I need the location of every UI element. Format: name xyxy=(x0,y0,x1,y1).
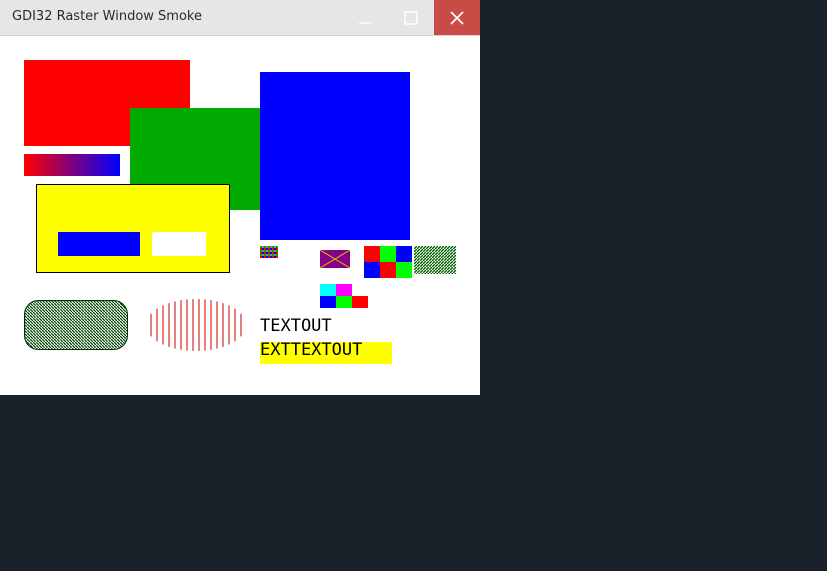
checker-pattern xyxy=(260,246,278,258)
maximize-icon xyxy=(404,10,418,25)
blue-inner-rectangle xyxy=(58,232,140,256)
app-window: GDI32 Raster Window Smoke TEXTOUT EXTTEX… xyxy=(0,0,480,395)
minimize-icon xyxy=(359,21,371,24)
color-grid xyxy=(364,246,412,278)
desktop-background xyxy=(480,0,827,571)
yellow-rectangle xyxy=(36,184,230,273)
maximize-button[interactable] xyxy=(388,0,434,35)
rounded-hatch-rectangle xyxy=(24,300,128,350)
hatch-rectangle xyxy=(414,246,456,274)
close-button[interactable] xyxy=(434,0,480,35)
close-icon xyxy=(450,10,464,25)
drawing-canvas: TEXTOUT EXTTEXTOUT xyxy=(0,36,480,395)
exttextout-label: EXTTEXTOUT xyxy=(260,340,363,360)
gradient-bar xyxy=(24,154,120,176)
title-bar[interactable]: GDI32 Raster Window Smoke xyxy=(0,0,480,36)
minimize-button[interactable] xyxy=(342,0,388,35)
blue-rectangle xyxy=(260,72,410,240)
gdi-drawing xyxy=(24,60,456,364)
small-color-blocks xyxy=(320,284,368,308)
window-title: GDI32 Raster Window Smoke xyxy=(12,9,202,24)
hatched-ellipse xyxy=(146,299,246,351)
textout-label: TEXTOUT xyxy=(260,316,332,336)
white-inner-rectangle xyxy=(152,232,206,256)
